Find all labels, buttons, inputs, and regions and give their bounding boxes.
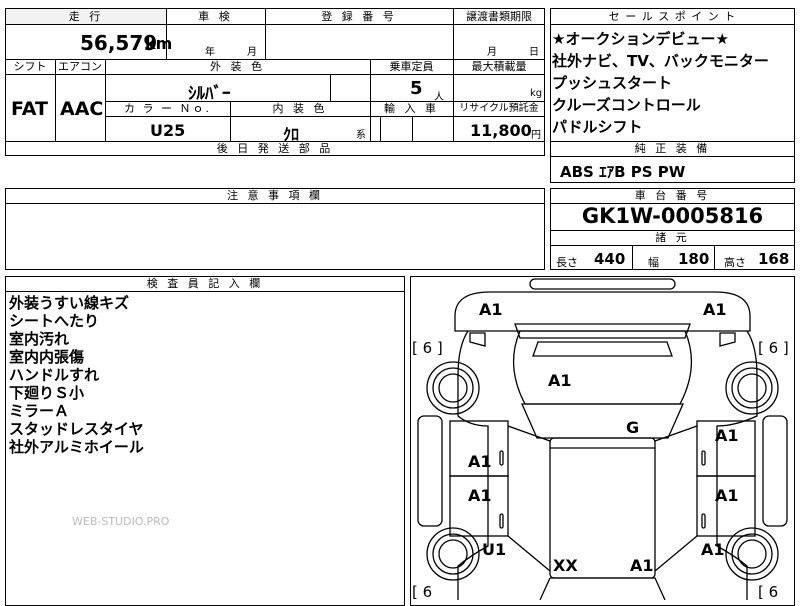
inspection-label: 車 検	[198, 10, 233, 23]
color-no-label: カ ラ ー Ｎｏ.	[124, 102, 211, 115]
mark-front-door-left: A1	[468, 452, 492, 471]
notes-header: 注 意 事 項 欄	[227, 189, 323, 202]
selling-point: クルーズコントロール	[552, 96, 701, 114]
inspector-note: ミラーＡ	[9, 402, 70, 420]
tread-rear-right: [ 6	[758, 583, 779, 601]
selling-point: 社外ナビ、TV、バックモニター	[552, 52, 769, 70]
max-load-label: 最大積載量	[471, 60, 527, 73]
mileage-unit: km	[145, 34, 173, 53]
max-load-unit: kg	[530, 88, 543, 99]
recycle-value: 11,800	[470, 121, 532, 140]
mark-rear-door-left: A1	[468, 486, 492, 505]
rear-door-right-outline	[696, 475, 756, 537]
selling-point: ★オークションデビュー★	[552, 30, 729, 48]
mark-front-bumper-right: A1	[703, 300, 727, 319]
inspector-notes-list: 外装うすい線キズ シートへたり 室内汚れ 室内内張傷 ハンドルすれ 下廻りＳ小 …	[9, 294, 144, 456]
import-label: 輸 入 車	[384, 102, 439, 115]
selling-point: パドルシフト	[552, 118, 643, 136]
shift-label: シフト	[13, 60, 47, 73]
aircon-value: AAC	[60, 98, 104, 120]
front-bumper-outline	[529, 278, 676, 290]
aircon-label: エアコン	[58, 60, 102, 73]
height-label: 高さ	[724, 256, 746, 269]
inspection-month-unit: 月	[247, 47, 257, 58]
mark-tailgate: XX	[553, 556, 578, 575]
registration-label: 登 録 番 号	[321, 10, 397, 23]
interior-color-label: 内 装 色	[272, 102, 328, 115]
mileage-label: 走 行	[68, 10, 104, 23]
color-no-value: U25	[150, 121, 186, 140]
chassis-number: GK1W-0005816	[581, 204, 764, 228]
selling-points-list: ★オークションデビュー★ 社外ナビ、TV、バックモニター プッシュスタート クル…	[552, 28, 769, 138]
mark-roof: G	[626, 418, 640, 437]
inspector-note: 外装うすい線キズ	[9, 294, 130, 312]
width-value: 180	[678, 250, 710, 268]
recycle-label: リサイクル預託金	[459, 103, 539, 114]
watermark: WEB-STUDIO.PRO	[72, 515, 170, 528]
length-value: 440	[594, 250, 626, 268]
capacity-label: 乗車定員	[389, 60, 434, 73]
exterior-color-value: ｼﾙﾊﾞｰ	[188, 84, 231, 104]
body-outline	[457, 330, 758, 600]
tread-front-left: [ 6 ]	[412, 339, 443, 357]
mark-front-bumper-left: A1	[479, 300, 503, 319]
tread-rear-left: [ 6	[412, 583, 433, 601]
inspector-note: シートへたり	[9, 312, 100, 330]
length-label: 長さ	[556, 256, 578, 269]
transfer-deadline-label: 譲渡書類期限	[466, 10, 532, 23]
height-value: 168	[758, 250, 790, 268]
rear-window-outline	[539, 577, 666, 600]
tyre-front-left	[426, 361, 480, 415]
capacity-value: 5	[410, 78, 423, 99]
mark-rear-fender-right: A1	[701, 540, 725, 559]
chassis-title: 車 台 番 号	[634, 189, 711, 202]
mark-rear-fender-left: U1	[482, 540, 507, 559]
selling-points-title: セ ー ル ス ポ イ ン ト	[608, 10, 737, 23]
mark-rear-bumper: A1	[630, 556, 654, 575]
equipment-value: ABS ｴｱB PS PW	[560, 163, 686, 181]
windshield-outline	[521, 403, 684, 439]
equipment-title: 純 正 装 備	[634, 142, 711, 155]
tyre-front-right	[725, 361, 779, 415]
inspection-year-unit: 年	[205, 47, 215, 58]
transfer-month-unit: 月	[487, 47, 497, 58]
mark-hood: A1	[548, 371, 572, 390]
shift-value: FAT	[11, 98, 48, 120]
recycle-unit: 円	[531, 130, 541, 141]
inspector-note: 室内内張傷	[9, 348, 85, 366]
exterior-color-label: 外 装 色	[210, 60, 265, 73]
rear-door-left-outline	[449, 475, 509, 537]
interior-suffix: 系	[356, 130, 366, 141]
dimensions-title: 諸 元	[655, 231, 690, 244]
inspector-note: ハンドルすれ	[9, 366, 100, 384]
inspector-note: スタッドレスタイヤ	[9, 420, 144, 438]
selling-point: プッシュスタート	[552, 74, 673, 92]
mark-rear-door-right: A1	[715, 486, 739, 505]
inspector-note: 下廻りＳ小	[9, 384, 85, 402]
transfer-day-unit: 日	[529, 47, 539, 58]
capacity-unit: 人	[434, 92, 444, 103]
later-parts-label: 後 日 発 送 部 品	[216, 142, 334, 155]
mark-front-door-right: A1	[715, 426, 739, 445]
inspector-title: 検 査 員 記 入 欄	[146, 277, 264, 290]
inspector-note: 室内汚れ	[9, 330, 70, 348]
width-label: 幅	[648, 256, 659, 269]
inspector-note: 社外アルミホイール	[9, 438, 144, 456]
tread-front-right: [ 6 ]	[758, 339, 789, 357]
